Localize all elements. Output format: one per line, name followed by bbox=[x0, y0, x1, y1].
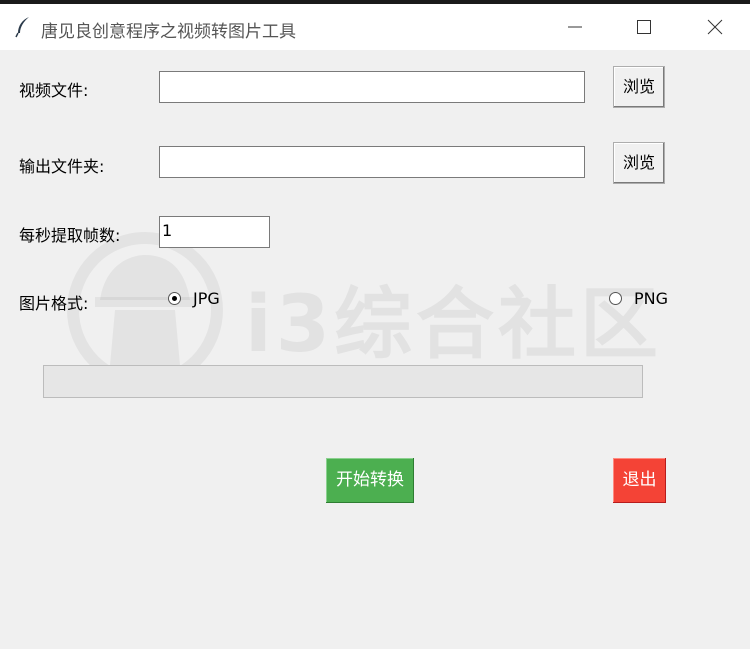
exit-button[interactable]: 退出 bbox=[613, 458, 666, 503]
start-conversion-button[interactable]: 开始转换 bbox=[326, 458, 414, 503]
video-file-label: 视频文件: bbox=[19, 81, 89, 100]
minimize-icon bbox=[568, 26, 582, 28]
fps-label: 每秒提取帧数: bbox=[19, 226, 121, 245]
browse-video-button[interactable]: 浏览 bbox=[613, 66, 665, 108]
radio-jpg-indicator[interactable] bbox=[168, 292, 181, 305]
image-format-label: 图片格式: bbox=[19, 294, 89, 313]
minimize-button[interactable] bbox=[552, 4, 598, 50]
window-title: 唐见良创意程序之视频转图片工具 bbox=[41, 22, 296, 42]
radio-jpg-label[interactable]: JPG bbox=[193, 289, 220, 308]
maximize-button[interactable] bbox=[621, 4, 667, 50]
radio-png-indicator[interactable] bbox=[609, 292, 622, 305]
browse-output-button[interactable]: 浏览 bbox=[613, 142, 665, 184]
close-icon bbox=[707, 19, 723, 35]
close-button[interactable] bbox=[692, 4, 738, 50]
feather-icon bbox=[14, 16, 34, 38]
fps-input[interactable]: 1 bbox=[159, 216, 270, 248]
output-folder-label: 输出文件夹: bbox=[19, 157, 105, 176]
radio-selected-dot bbox=[172, 296, 177, 301]
progress-bar bbox=[43, 365, 643, 398]
video-file-input[interactable] bbox=[159, 71, 585, 103]
output-folder-input[interactable] bbox=[159, 146, 585, 178]
radio-png-label[interactable]: PNG bbox=[634, 289, 668, 308]
maximize-icon bbox=[637, 20, 651, 34]
